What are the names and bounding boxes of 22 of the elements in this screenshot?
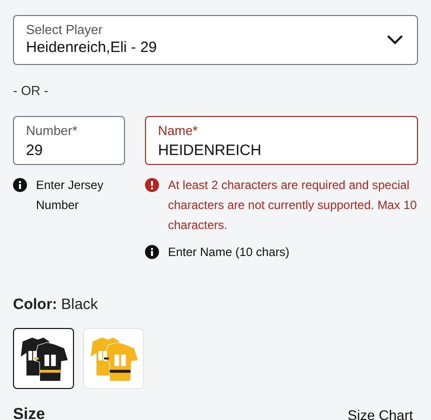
error-message: At least 2 characters are required and special characters are not currently supported. Max 10 characters.	[168, 176, 418, 234]
or-separator: - OR -	[13, 82, 48, 100]
player-select[interactable]: Select Player Heidenreich,Eli - 29	[13, 15, 418, 65]
hint-text: Enter Jersey Number	[36, 176, 104, 214]
info-icon	[13, 178, 27, 192]
size-chart-link[interactable]: Size Chart	[348, 404, 413, 420]
color-label: Color:	[13, 294, 58, 314]
field-label: Name*	[158, 122, 198, 138]
chevron-down-icon	[387, 35, 403, 45]
size-label: Size	[13, 405, 46, 420]
text-field[interactable]: Name* HEIDENREICH	[145, 116, 418, 164]
field-label: Number*	[26, 122, 78, 138]
text-field[interactable]: Number* 29	[13, 116, 125, 164]
hint-text: Enter Name (10 chars)	[168, 244, 290, 260]
field-input[interactable]: 29	[26, 140, 112, 160]
color-value: Black	[61, 294, 98, 314]
color-swatch[interactable]	[13, 328, 74, 389]
select-label: Select Player	[26, 22, 104, 38]
error-icon	[145, 178, 159, 192]
info-icon	[145, 244, 159, 258]
field-input[interactable]: HEIDENREICH	[158, 140, 405, 160]
select-value: Heidenreich,Eli - 29	[26, 38, 157, 58]
